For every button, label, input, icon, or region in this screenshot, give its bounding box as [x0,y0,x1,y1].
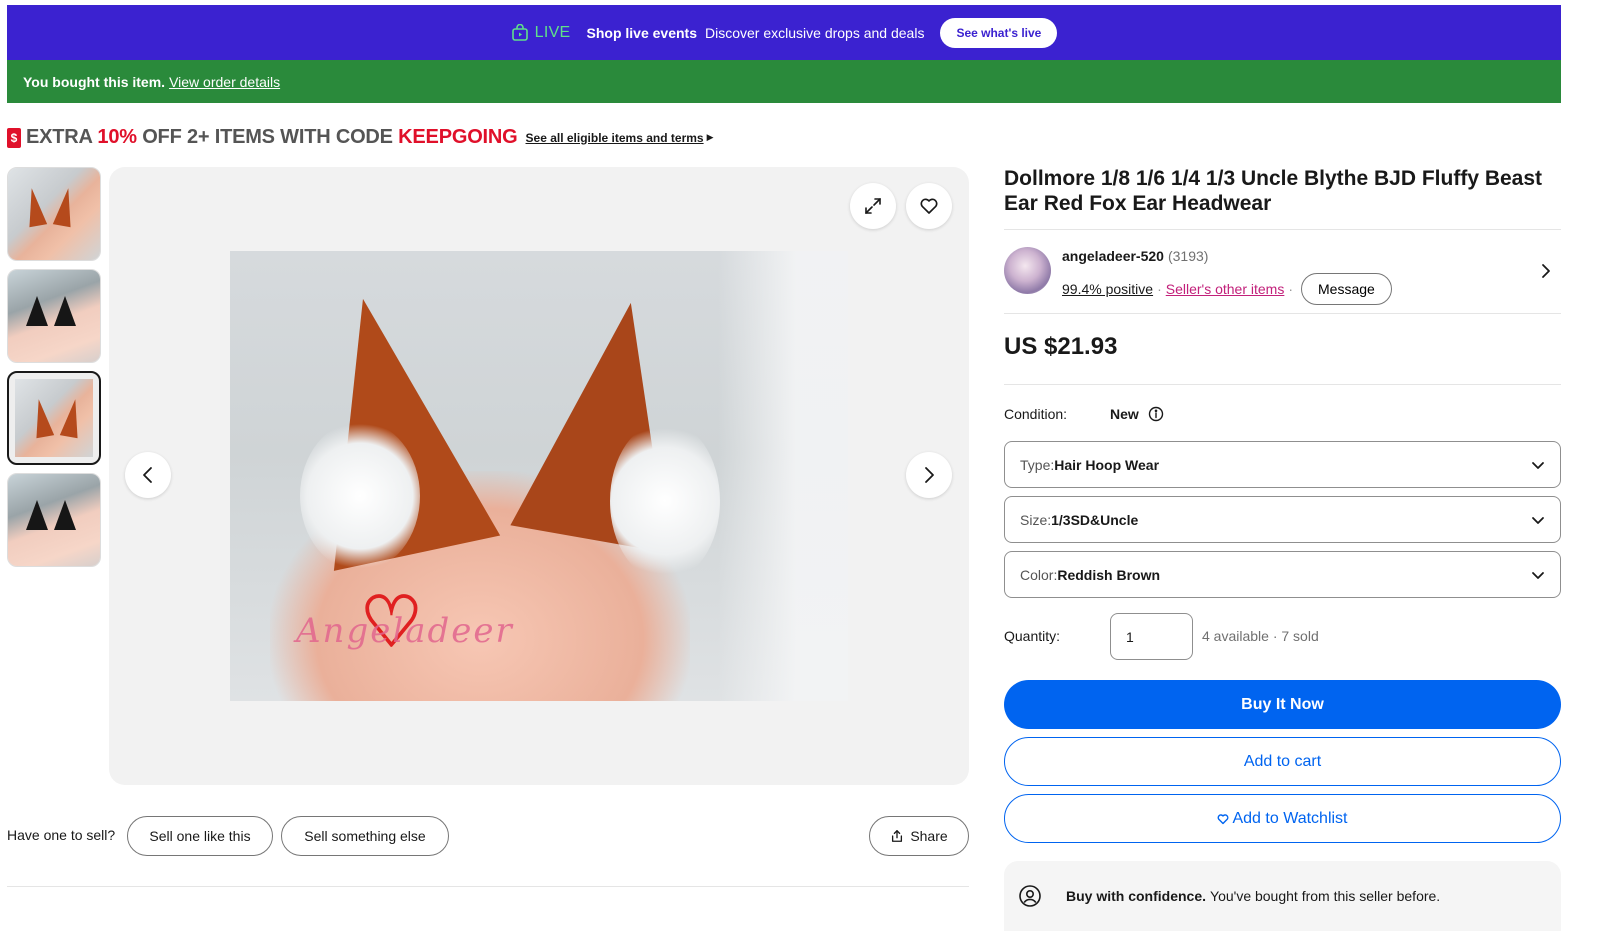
sellers-other-items-link[interactable]: Seller's other items [1166,281,1285,297]
watermark-text: Angeladeer [296,611,514,651]
share-label: Share [910,828,948,844]
item-price: US $21.93 [1004,333,1118,360]
condition-label: Condition: [1004,406,1068,422]
buy-it-now-button[interactable]: Buy It Now [1004,680,1561,729]
thumbnail-2[interactable] [7,269,101,363]
seller-feedback-count: (3193) [1167,248,1209,264]
quantity-label: Quantity: [1004,628,1061,644]
next-image-button[interactable] [906,452,952,498]
chevron-down-icon [1532,517,1544,524]
eligible-items-link[interactable]: See all eligible items and terms [526,131,704,145]
main-image-panel: ♡ Angeladeer [109,167,969,785]
view-order-details-link[interactable]: View order details [169,74,280,90]
expand-icon [865,198,881,214]
quantity-input[interactable] [1110,613,1193,660]
triangle-right-icon: ▶ [706,132,714,142]
info-icon[interactable] [1148,406,1164,422]
heart-icon [920,198,938,214]
color-select[interactable]: Color: Reddish Brown [1004,551,1561,598]
live-label: LIVE [534,23,571,41]
thumbnail-4[interactable] [7,473,101,567]
chevron-down-icon [1532,572,1544,579]
share-button[interactable]: Share [869,816,969,856]
positive-feedback-link[interactable]: 99.4% positive [1062,281,1153,297]
seller-avatar[interactable] [1004,247,1051,294]
bought-message: You bought this item. [23,73,166,90]
divider [1004,313,1561,314]
condition-value: New [1110,406,1164,422]
buy-with-confidence-panel: Buy with confidence. You've bought from … [1004,861,1561,931]
seller-name[interactable]: angeladeer-520 (3193) [1062,248,1208,264]
divider [1004,229,1561,230]
confidence-title: Buy with confidence. [1066,888,1207,904]
chevron-down-icon [1532,462,1544,469]
confidence-text: You've bought from this seller before. [1210,888,1441,904]
expand-button[interactable] [850,183,896,229]
thumbnail-1[interactable] [7,167,101,261]
promo-banner: $ EXTRA 10% OFF 2+ ITEMS WITH CODE KEEPG… [7,126,714,149]
product-photo[interactable]: ♡ Angeladeer [230,251,848,701]
live-title: Shop live events [586,24,697,41]
coupon-icon: $ [7,127,21,148]
heart-icon [1218,813,1229,824]
chevron-right-icon[interactable] [1537,262,1555,280]
have-one-to-sell-label: Have one to sell? [7,827,116,843]
promo-code: KEEPGOING [398,126,518,148]
type-select[interactable]: Type: Hair Hoop Wear [1004,441,1561,488]
seller-links: 99.4% positive · Seller's other items · … [1062,273,1392,305]
sell-one-like-this-button[interactable]: Sell one like this [127,816,273,856]
size-select[interactable]: Size: 1/3SD&Uncle [1004,496,1561,543]
bought-notice-bar: You bought this item. View order details [7,60,1561,103]
thumbnail-3[interactable] [7,371,101,465]
sell-something-else-button[interactable]: Sell something else [281,816,449,856]
live-description: Discover exclusive drops and deals [705,24,925,41]
availability-text: 4 available · 7 sold [1202,628,1319,644]
add-to-watchlist-button[interactable]: Add to Watchlist [1004,794,1561,843]
chevron-right-icon [925,467,934,483]
divider [1004,384,1561,385]
message-seller-button[interactable]: Message [1301,273,1392,305]
previous-image-button[interactable] [125,452,171,498]
watch-heart-button[interactable] [906,183,952,229]
chevron-left-icon [143,467,152,483]
add-to-cart-button[interactable]: Add to cart [1004,737,1561,786]
user-shield-icon [1019,885,1041,907]
live-bag-icon [511,23,528,41]
promo-text: EXTRA 10% OFF 2+ ITEMS WITH CODE KEEPGOI… [26,126,518,148]
item-title: Dollmore 1/8 1/6 1/4 1/3 Uncle Blythe BJ… [1004,167,1543,215]
section-divider [7,886,969,887]
live-events-banner: LIVE Shop live events Discover exclusive… [7,5,1561,60]
see-whats-live-button[interactable]: See what's live [940,17,1058,48]
share-icon [892,830,903,842]
